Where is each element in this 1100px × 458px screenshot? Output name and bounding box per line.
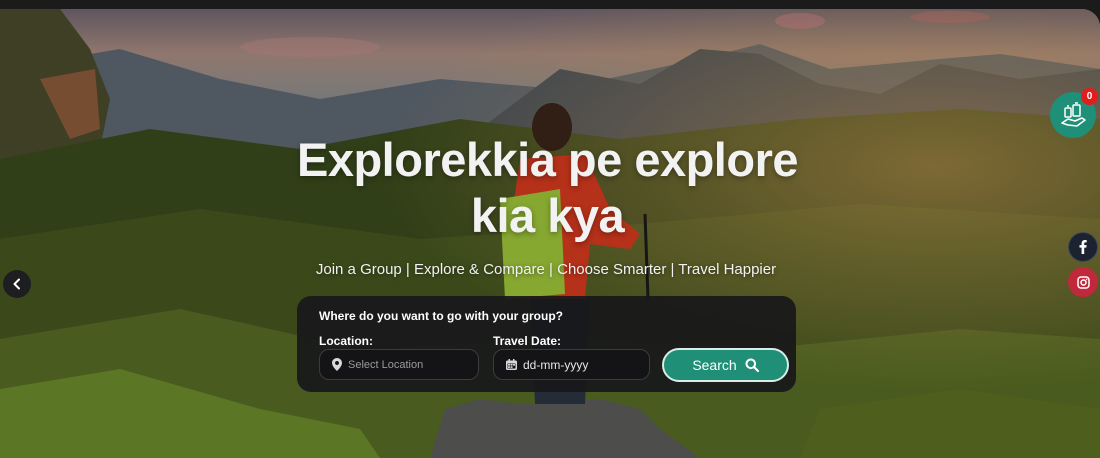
chevron-left-icon [13,278,20,290]
facebook-icon [1079,240,1087,254]
travel-date-value: dd-mm-yyyy [523,357,589,372]
travel-date-input[interactable]: dd-mm-yyyy [493,349,650,380]
facebook-link[interactable] [1068,232,1098,262]
search-button[interactable]: Search [662,348,789,382]
group-badge-count: 0 [1081,88,1098,105]
search-icon [745,358,759,372]
hero-headline: Explorekkia pe explore kia kya [250,132,845,244]
location-label: Location: [319,334,373,348]
location-select[interactable]: Select Location [319,349,479,380]
search-card-title: Where do you want to go with your group? [319,309,563,323]
group-travel-icon [1061,102,1086,127]
hero-tagline: Join a Group | Explore & Compare | Choos… [315,261,777,278]
search-card: Where do you want to go with your group?… [297,296,796,392]
carousel-prev-button[interactable] [3,270,31,298]
location-placeholder: Select Location [348,358,424,371]
map-pin-icon [332,358,342,371]
travel-date-label: Travel Date: [493,334,562,348]
search-button-label: Search [692,357,737,373]
top-bar [0,0,1100,9]
headline-line-2: kia kya [470,189,625,242]
instagram-icon [1076,275,1090,289]
headline-line-1: Explorekkia pe explore [296,133,799,186]
instagram-link[interactable] [1068,267,1098,297]
calendar-icon [506,359,517,370]
